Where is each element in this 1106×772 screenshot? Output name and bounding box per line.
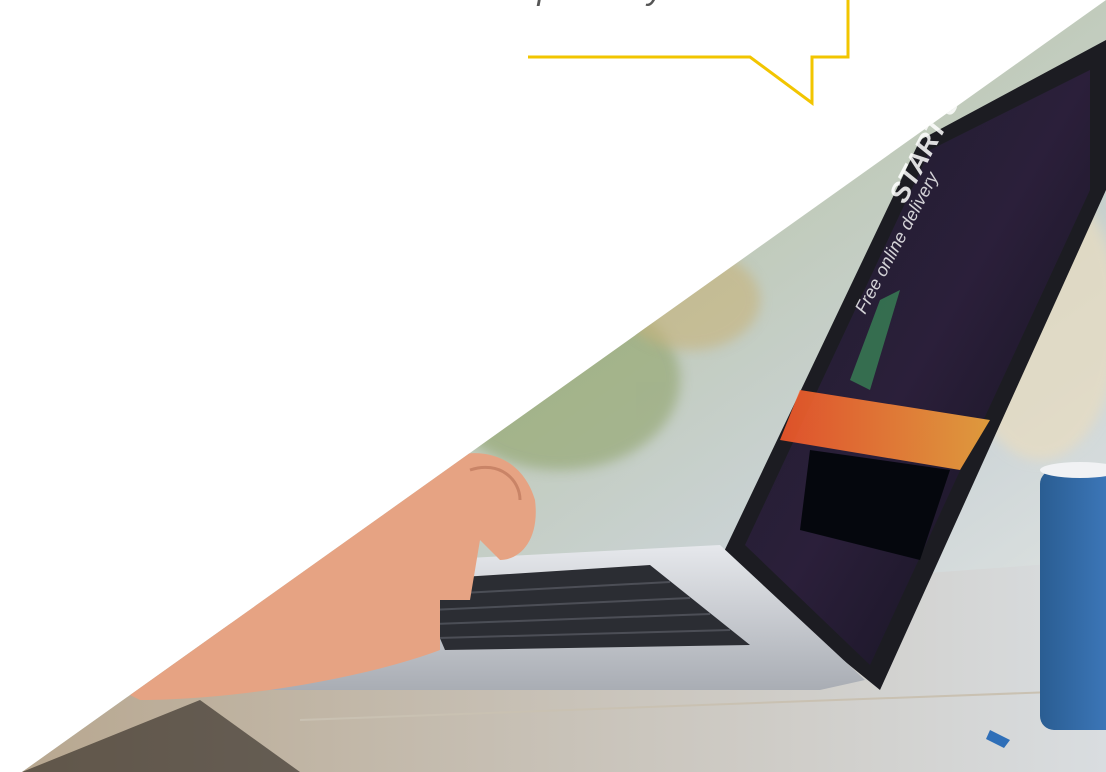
laptop-photo: START UP Free online delivery bbox=[22, 0, 1106, 772]
promo-banner: START UP Free online delivery bbox=[0, 0, 1106, 772]
caption-text: and adapted to your needs. bbox=[300, 0, 820, 12]
